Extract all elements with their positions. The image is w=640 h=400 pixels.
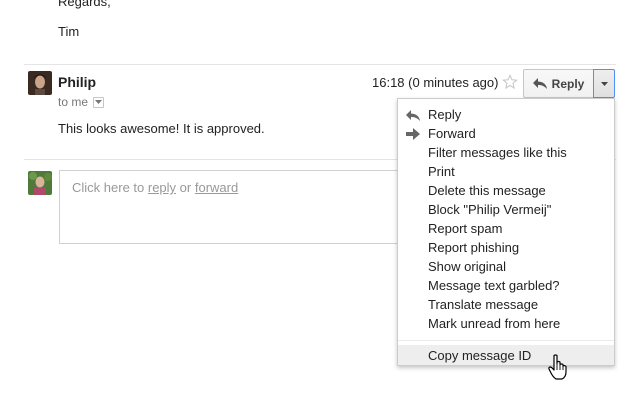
menu-item-label: Report phishing xyxy=(428,240,520,255)
previous-message-signoff: Tim xyxy=(58,24,80,39)
message-body: This looks awesome! It is approved. xyxy=(58,121,265,136)
previous-message-regards: Regards, xyxy=(58,0,111,9)
menu-item-filter[interactable]: Filter messages like this xyxy=(398,143,614,162)
message-timestamp: 16:18 (0 minutes ago) xyxy=(372,75,499,90)
message-divider xyxy=(24,64,616,65)
reply-prompt-text: Click here to xyxy=(72,180,148,195)
sender-name[interactable]: Philip xyxy=(58,74,96,90)
menu-item-label: Delete this message xyxy=(428,183,546,198)
more-actions-button[interactable] xyxy=(593,69,615,98)
menu-item-label: Forward xyxy=(428,126,476,141)
reply-or-text: or xyxy=(176,180,195,195)
menu-item-reply[interactable]: Reply xyxy=(398,105,614,124)
forward-link[interactable]: forward xyxy=(195,180,238,195)
my-avatar xyxy=(28,171,52,195)
reply-arrow-icon xyxy=(406,110,420,121)
chevron-down-icon xyxy=(95,100,103,104)
menu-item-copy-message-id[interactable]: Copy message ID xyxy=(398,345,614,365)
menu-item-label: Filter messages like this xyxy=(428,145,567,160)
star-icon[interactable] xyxy=(500,72,520,92)
menu-item-block[interactable]: Block "Philip Vermeij" xyxy=(398,200,614,219)
reply-link[interactable]: reply xyxy=(148,180,176,195)
menu-item-label: Translate message xyxy=(428,297,539,312)
menu-item-label: Print xyxy=(428,164,455,179)
forward-arrow-icon xyxy=(406,128,420,140)
recipient-label: to me xyxy=(58,95,89,109)
more-actions-menu: Reply Forward Filter messages like this … xyxy=(397,98,615,366)
menu-item-show-original[interactable]: Show original xyxy=(398,257,614,276)
menu-item-text-garbled[interactable]: Message text garbled? xyxy=(398,276,614,295)
menu-item-translate[interactable]: Translate message xyxy=(398,295,614,314)
menu-item-report-spam[interactable]: Report spam xyxy=(398,219,614,238)
reply-arrow-icon xyxy=(532,78,547,89)
menu-item-report-phishing[interactable]: Report phishing xyxy=(398,238,614,257)
reply-button-label: Reply xyxy=(551,76,585,91)
menu-item-delete[interactable]: Delete this message xyxy=(398,181,614,200)
menu-item-forward[interactable]: Forward xyxy=(398,124,614,143)
menu-item-print[interactable]: Print xyxy=(398,162,614,181)
menu-item-label: Mark unread from here xyxy=(428,316,561,331)
reply-button[interactable]: Reply xyxy=(523,69,593,98)
menu-item-label: Copy message ID xyxy=(428,347,532,363)
menu-item-label: Show original xyxy=(428,259,507,274)
hand-cursor-icon xyxy=(548,354,568,380)
menu-item-label: Message text garbled? xyxy=(428,278,560,293)
menu-item-label: Report spam xyxy=(428,221,503,236)
menu-item-mark-unread[interactable]: Mark unread from here xyxy=(398,314,614,333)
menu-separator xyxy=(398,340,614,341)
caret-down-icon xyxy=(600,81,608,86)
menu-item-label: Reply xyxy=(428,107,462,122)
reply-placeholder: Click here to reply or forward xyxy=(72,180,238,195)
reply-box[interactable]: Click here to reply or forward xyxy=(59,170,419,244)
recipient-summary: to me xyxy=(58,95,105,109)
menu-item-label: Block "Philip Vermeij" xyxy=(428,202,552,217)
sender-avatar[interactable] xyxy=(28,71,52,95)
recipient-details-toggle[interactable] xyxy=(93,96,105,108)
